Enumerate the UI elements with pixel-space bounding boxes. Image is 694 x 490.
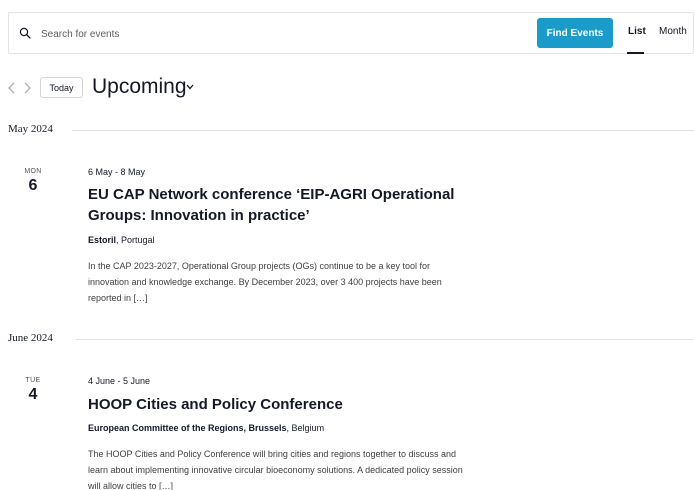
event-date-range: 6 May - 8 May <box>88 167 146 177</box>
event-weekday: TUE <box>25 377 41 384</box>
month-separator-label: June 2024 <box>8 332 53 344</box>
event-description: In the CAP 2023-2027, Operational Group … <box>88 261 442 303</box>
event-day: 6 <box>28 177 38 194</box>
event-venue: Estoril, Portugal <box>88 235 155 245</box>
events-search-bar: Find Events List Month <box>8 12 694 54</box>
month-separator-label: May 2024 <box>8 123 53 135</box>
today-button[interactable]: Today <box>40 77 83 98</box>
chevron-left-icon[interactable] <box>7 82 17 94</box>
month-separator-line <box>76 339 694 340</box>
tab-list-view[interactable]: List <box>628 26 646 37</box>
month-separator-line <box>72 130 694 131</box>
event-title-link[interactable]: HOOP Cities and Policy Conference <box>88 394 488 415</box>
search-icon <box>19 27 31 39</box>
event-venue-country: , Belgium <box>286 423 325 433</box>
search-input[interactable] <box>41 23 521 45</box>
event-venue-name: European Committee of the Regions, Bruss… <box>88 423 287 433</box>
event-title-link[interactable]: EU CAP Network conference ‘EIP-AGRI Oper… <box>88 184 488 226</box>
event-date-range: 4 June - 5 June <box>88 376 151 386</box>
page-title[interactable]: Upcoming <box>92 75 187 99</box>
event-description: The HOOP Cities and Policy Conference wi… <box>88 449 463 490</box>
find-events-button[interactable]: Find Events <box>537 18 613 48</box>
chevron-down-icon[interactable] <box>186 84 194 90</box>
event-venue-country: , Portugal <box>116 235 155 245</box>
active-tab-indicator <box>627 52 644 54</box>
event-day: 4 <box>28 386 38 403</box>
chevron-right-icon[interactable] <box>22 82 32 94</box>
event-weekday: MON <box>24 168 42 175</box>
event-venue-name: Estoril <box>88 235 117 245</box>
event-venue: European Committee of the Regions, Bruss… <box>88 423 324 433</box>
tab-month-view[interactable]: Month <box>659 26 687 37</box>
